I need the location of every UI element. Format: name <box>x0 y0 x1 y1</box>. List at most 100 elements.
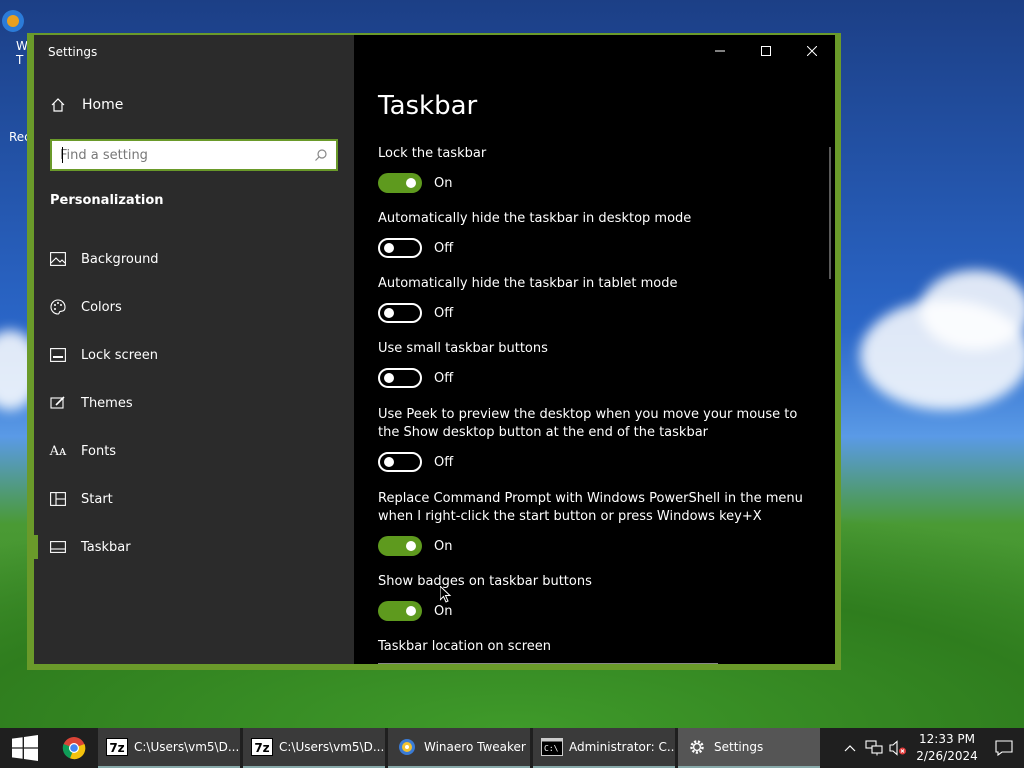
toggle-switch[interactable] <box>378 452 422 472</box>
taskbar-task-winaero[interactable]: Winaero Tweaker <box>388 728 530 768</box>
toggle-switch[interactable] <box>378 173 422 193</box>
start-icon <box>50 491 66 507</box>
sidebar-item-taskbar[interactable]: Taskbar <box>34 523 354 571</box>
task-label: Winaero Tweaker <box>424 740 526 754</box>
setting-powershell: Replace Command Prompt with Windows Powe… <box>378 490 808 556</box>
sidebar-item-background[interactable]: Background <box>34 235 354 283</box>
setting-label: Replace Command Prompt with Windows Powe… <box>378 491 803 524</box>
sidebar: Settings Home Personalization <box>34 35 354 664</box>
taskbar-task-settings[interactable]: Settings <box>678 728 820 768</box>
setting-autohide-desktop: Automatically hide the taskbar in deskto… <box>378 210 808 258</box>
minimize-icon <box>715 50 725 52</box>
home-link[interactable]: Home <box>50 97 123 113</box>
chevron-up-icon <box>844 745 856 752</box>
themes-icon <box>50 395 66 411</box>
windows-logo-icon <box>12 735 38 761</box>
sidebar-item-label: Start <box>81 491 113 507</box>
taskbar-task-7zip-2[interactable]: 7z C:\Users\vm5\D... <box>243 728 385 768</box>
sidebar-item-label: Lock screen <box>81 347 158 363</box>
minimize-button[interactable] <box>697 35 743 67</box>
setting-label: Use small taskbar buttons <box>378 341 548 356</box>
browser-icon <box>2 10 24 32</box>
desktop-icon-label: T <box>16 53 24 67</box>
fonts-icon: Aᴀ <box>49 443 67 459</box>
location-dropdown[interactable] <box>378 663 718 664</box>
toggle-knob <box>384 373 394 383</box>
clock-time: 12:33 PM <box>919 732 975 746</box>
home-label: Home <box>82 97 124 113</box>
lock-screen-icon <box>50 347 66 363</box>
start-button[interactable] <box>0 728 50 768</box>
svg-text:7z: 7z <box>109 741 124 755</box>
toggle-switch[interactable] <box>378 303 422 323</box>
setting-autohide-tablet: Automatically hide the taskbar in tablet… <box>378 275 808 323</box>
toggle-state: On <box>434 603 453 619</box>
7zip-icon: 7z <box>106 737 128 757</box>
setting-small-buttons: Use small taskbar buttons Off <box>378 340 808 388</box>
scrollbar[interactable] <box>829 147 831 279</box>
toggle-state: Off <box>434 240 454 256</box>
settings-window-inner: Settings Home Personalization <box>34 35 835 664</box>
setting-label: Taskbar location on screen <box>378 639 552 654</box>
gear-icon <box>686 737 708 757</box>
sidebar-item-themes[interactable]: Themes <box>34 379 354 427</box>
show-hidden-icons-button[interactable] <box>838 728 862 768</box>
action-center-button[interactable] <box>984 728 1024 768</box>
taskbar-task-7zip-1[interactable]: 7z C:\Users\vm5\D... <box>98 728 240 768</box>
palette-icon <box>50 299 66 315</box>
7zip-icon: 7z <box>251 737 273 757</box>
task-label: Settings <box>714 740 764 754</box>
setting-label: Lock the taskbar <box>378 146 487 161</box>
search-icon[interactable] <box>314 148 328 162</box>
cmd-icon: C:\ <box>541 737 563 757</box>
taskbar: 7z C:\Users\vm5\D... 7z C:\Users\vm5\D..… <box>0 728 1024 768</box>
task-label: C:\Users\vm5\D... <box>279 740 385 754</box>
chrome-button[interactable] <box>50 728 98 768</box>
toggle-state: On <box>434 538 453 554</box>
setting-label: Use Peek to preview the desktop when you… <box>378 407 798 440</box>
chrome-icon <box>62 737 86 760</box>
svg-text:C:\: C:\ <box>544 744 559 753</box>
volume-muted-icon <box>889 740 906 756</box>
sidebar-item-start[interactable]: Start <box>34 475 354 523</box>
sidebar-item-label: Background <box>81 251 159 267</box>
window-title: Settings <box>48 45 98 59</box>
toggle-switch[interactable] <box>378 536 422 556</box>
search-input[interactable] <box>60 147 314 163</box>
sidebar-item-label: Fonts <box>81 443 117 459</box>
taskbar-icon <box>50 539 66 555</box>
page-title: Taskbar <box>378 91 478 121</box>
toggle-state: On <box>434 175 453 191</box>
toggle-switch[interactable] <box>378 238 422 258</box>
setting-location: Taskbar location on screen <box>378 638 808 656</box>
maximize-button[interactable] <box>743 35 789 67</box>
maximize-icon <box>761 46 771 56</box>
section-title: Personalization <box>50 193 164 208</box>
svg-text:7z: 7z <box>254 741 269 755</box>
toggle-switch[interactable] <box>378 601 422 621</box>
volume-button[interactable] <box>886 728 910 768</box>
toggle-knob <box>406 178 416 188</box>
home-icon <box>51 98 65 112</box>
desktop-icon-browser[interactable]: W T <box>0 8 28 67</box>
settings-window: Settings Home Personalization <box>27 33 841 670</box>
toggle-knob <box>406 606 416 616</box>
sidebar-item-colors[interactable]: Colors <box>34 283 354 331</box>
toggle-state: Off <box>434 454 454 470</box>
network-button[interactable] <box>862 728 886 768</box>
sidebar-item-label: Themes <box>81 395 133 411</box>
toggle-knob <box>384 457 394 467</box>
sidebar-item-label: Taskbar <box>81 539 131 555</box>
sidebar-item-lock-screen[interactable]: Lock screen <box>34 331 354 379</box>
mouse-cursor-icon <box>440 586 452 603</box>
toggle-state: Off <box>434 305 454 321</box>
sidebar-item-fonts[interactable]: Aᴀ Fonts <box>34 427 354 475</box>
close-button[interactable] <box>789 35 835 67</box>
notification-icon <box>995 740 1013 756</box>
toggle-switch[interactable] <box>378 368 422 388</box>
clock[interactable]: 12:33 PM 2/26/2024 <box>910 731 984 765</box>
taskbar-task-cmd[interactable]: C:\ Administrator: C... <box>533 728 675 768</box>
cloud <box>920 270 1024 350</box>
search-box[interactable] <box>50 139 338 171</box>
task-label: C:\Users\vm5\D... <box>134 740 240 754</box>
